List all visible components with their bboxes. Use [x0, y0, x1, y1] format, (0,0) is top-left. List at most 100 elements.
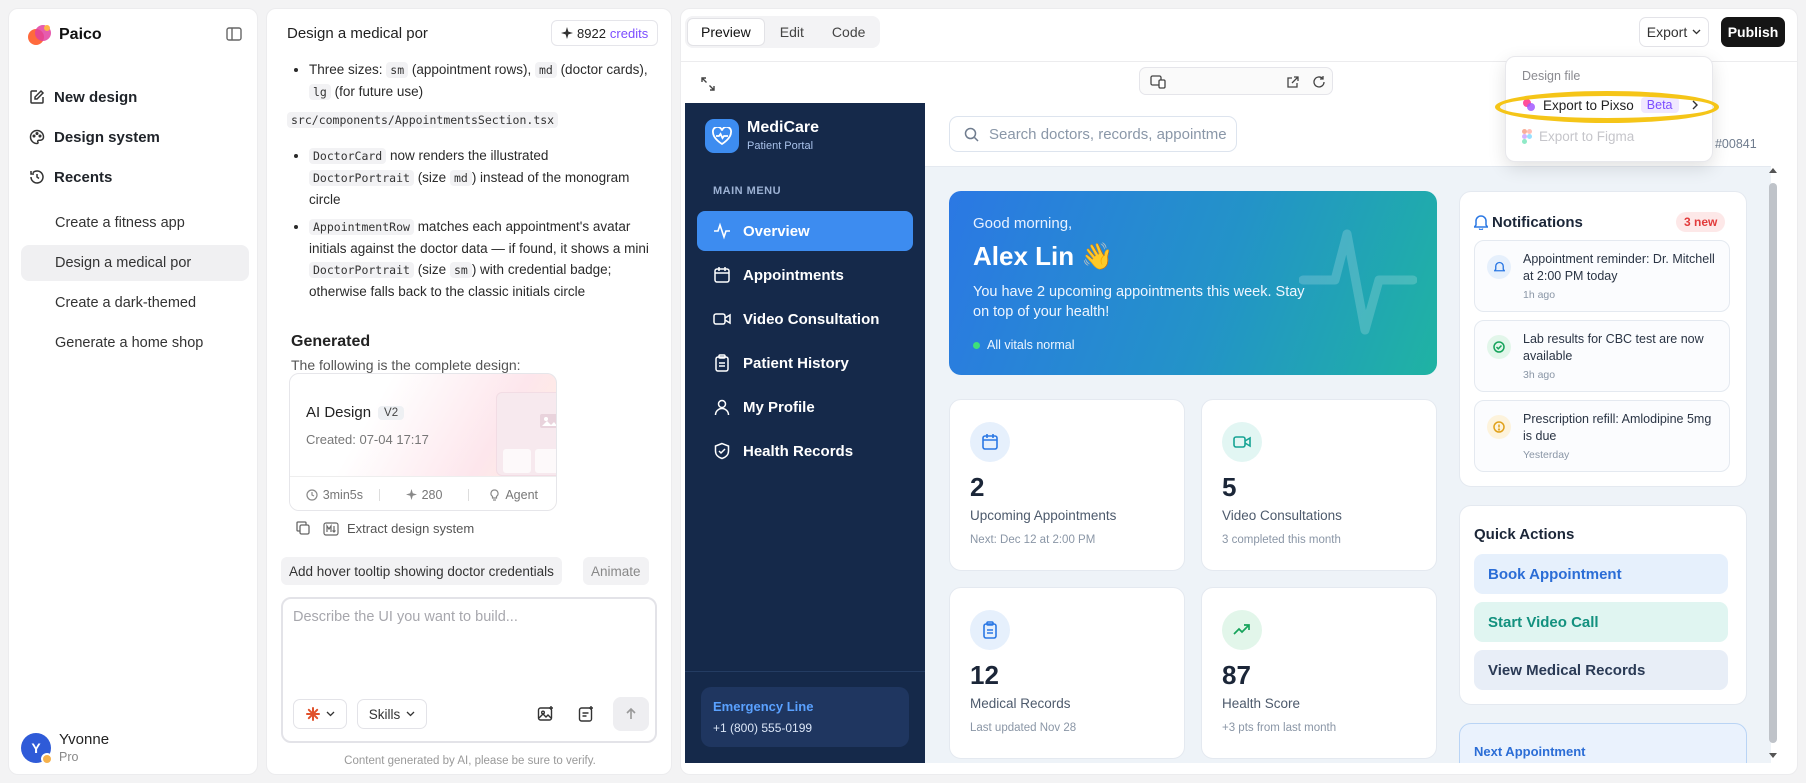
stat-card-health-score[interactable]: 87 Health Score +3 pts from last month — [1201, 587, 1437, 759]
medicare-brand: MediCare — [747, 119, 820, 136]
design-thumbnail — [496, 392, 556, 476]
design-card[interactable]: AI Design V2 Created: 07-04 17:17 3min5s … — [289, 373, 557, 511]
emergency-title: Emergency Line — [713, 699, 814, 714]
extract-design-system-button[interactable]: Extract design system — [323, 521, 474, 536]
stat-sub: +3 pts from last month — [1222, 722, 1337, 734]
notification-item[interactable]: Appointment reminder: Dr. Mitchell at 2:… — [1474, 240, 1730, 312]
chevron-down-icon — [326, 711, 334, 717]
quick-actions-title: Quick Actions — [1474, 526, 1575, 543]
preview-url-bar[interactable] — [1139, 67, 1333, 95]
tab-edit[interactable]: Edit — [767, 18, 817, 46]
nav-recents[interactable]: Recents — [29, 163, 112, 191]
notification-text: Appointment reminder: Dr. Mitchell at 2:… — [1523, 252, 1715, 283]
shield-icon — [714, 442, 730, 460]
arrow-up-icon — [626, 707, 636, 719]
export-button[interactable]: Export — [1639, 17, 1709, 47]
composer-placeholder[interactable]: Describe the UI you want to build... — [293, 609, 518, 625]
nav-label: Design system — [54, 128, 160, 146]
add-file-icon[interactable] — [577, 705, 595, 723]
publish-button[interactable]: Publish — [1721, 17, 1785, 47]
medicare-preview: MediCare Patient Portal MAIN MENU Overvi… — [685, 103, 1771, 763]
suggestion-chip[interactable]: Add hover tooltip showing doctor credent… — [281, 557, 562, 585]
send-button[interactable] — [613, 697, 649, 731]
version-badge: V2 — [378, 405, 405, 420]
stat-label: Upcoming Appointments — [970, 508, 1117, 523]
start-video-call-button[interactable]: Start Video Call — [1474, 602, 1728, 642]
stat-sub: 3 completed this month — [1222, 534, 1341, 546]
preview-scrollbar[interactable] — [1767, 165, 1779, 763]
recent-item[interactable]: Create a fitness app — [21, 205, 249, 241]
notification-item[interactable]: Prescription refill: Amlodipine 5mg is d… — [1474, 400, 1730, 472]
emergency-card[interactable]: Emergency Line +1 (800) 555-0199 — [701, 687, 909, 747]
mc-nav-video-consultation[interactable]: Video Consultation — [697, 299, 913, 339]
menu-label: MAIN MENU — [713, 185, 782, 197]
user-profile[interactable]: Y Yvonne Pro — [21, 731, 110, 765]
stat-label: Video Consultations — [1222, 508, 1342, 523]
recent-item[interactable]: Generate a home shop — [21, 325, 249, 361]
recent-label: Create a dark-themed — [55, 295, 197, 311]
model-selector[interactable] — [293, 699, 347, 729]
mc-search-input[interactable]: Search doctors, records, appointme — [949, 116, 1237, 152]
external-link-icon[interactable] — [1286, 75, 1300, 89]
highlight-annotation — [1495, 91, 1719, 123]
book-appointment-button[interactable]: Book Appointment — [1474, 554, 1728, 594]
stat-value: 87 — [1222, 660, 1251, 690]
trend-up-icon — [1222, 610, 1262, 650]
notification-item[interactable]: Lab results for CBC test are now availab… — [1474, 320, 1730, 392]
next-appointment-card[interactable]: Next Appointment — [1459, 723, 1747, 763]
design-card-stats: 3min5s 280 Agent — [290, 476, 556, 510]
collapse-sidebar-icon[interactable] — [225, 25, 243, 43]
hero-message: You have 2 upcoming appointments this we… — [973, 284, 1305, 320]
mc-nav-overview[interactable]: Overview — [697, 211, 913, 251]
asterisk-icon — [305, 707, 320, 721]
user-icon — [714, 399, 730, 416]
notification-time: 1h ago — [1523, 289, 1556, 301]
hero-greeting: Good morning, — [973, 215, 1073, 232]
tab-preview[interactable]: Preview — [687, 18, 765, 46]
bell-icon — [1474, 215, 1488, 230]
user-name: Yvonne — [59, 731, 110, 748]
skills-dropdown[interactable]: Skills — [357, 699, 427, 729]
generated-subtitle: The following is the complete design: — [291, 357, 521, 373]
fullscreen-icon[interactable] — [701, 77, 715, 91]
mc-nav-patient-history[interactable]: Patient History — [697, 343, 913, 383]
mc-nav-label: Overview — [743, 222, 810, 240]
app-logo[interactable]: Paico — [27, 23, 102, 47]
mc-nav-appointments[interactable]: Appointments — [697, 255, 913, 295]
chevron-down-icon — [1692, 29, 1701, 35]
copy-icon[interactable] — [295, 520, 311, 536]
view-medical-records-button[interactable]: View Medical Records — [1474, 650, 1728, 690]
recent-item-active[interactable]: Design a medical por — [21, 245, 249, 281]
tab-code[interactable]: Code — [819, 18, 878, 46]
nav-new-design[interactable]: New design — [29, 83, 137, 111]
stat-card-video[interactable]: 5 Video Consultations 3 completed this m… — [1201, 399, 1437, 571]
suggestion-chip[interactable]: Animate — [583, 557, 649, 585]
check-circle-icon — [1487, 335, 1511, 359]
refresh-icon[interactable] — [1312, 75, 1326, 89]
mc-nav-health-records[interactable]: Health Records — [697, 431, 913, 471]
add-image-icon[interactable] — [537, 705, 555, 723]
app-name: Paico — [59, 26, 102, 43]
notification-text: Prescription refill: Amlodipine 5mg is d… — [1523, 412, 1712, 443]
calendar-icon — [970, 422, 1010, 462]
stat-card-records[interactable]: 12 Medical Records Last updated Nov 28 — [949, 587, 1185, 759]
divider — [685, 671, 925, 672]
clock-icon — [1487, 415, 1511, 439]
recent-item[interactable]: Create a dark-themed — [21, 285, 249, 321]
mc-nav-my-profile[interactable]: My Profile — [697, 387, 913, 427]
stat-value: 12 — [970, 660, 999, 690]
stat-card-appointments[interactable]: 2 Upcoming Appointments Next: Dec 12 at … — [949, 399, 1185, 571]
prompt-composer[interactable]: Describe the UI you want to build... Ski… — [281, 597, 657, 743]
app-sidebar: Paico New design Design system Recents C… — [8, 8, 258, 775]
mc-nav-label: Video Consultation — [743, 310, 880, 328]
credits-badge[interactable]: 8922 credits — [551, 20, 659, 46]
credits-label: credits — [609, 25, 649, 41]
heart-pulse-icon — [705, 119, 739, 153]
stat-sub: Last updated Nov 28 — [970, 722, 1077, 734]
design-card-date: Created: 07-04 17:17 — [306, 432, 429, 447]
nav-design-system[interactable]: Design system — [29, 123, 160, 151]
message-bullet: AppointmentRow matches each appointment'… — [309, 216, 657, 302]
palette-icon — [29, 129, 45, 145]
search-icon — [964, 127, 979, 142]
export-to-figma-item[interactable]: Export to Figma — [1522, 129, 1634, 144]
